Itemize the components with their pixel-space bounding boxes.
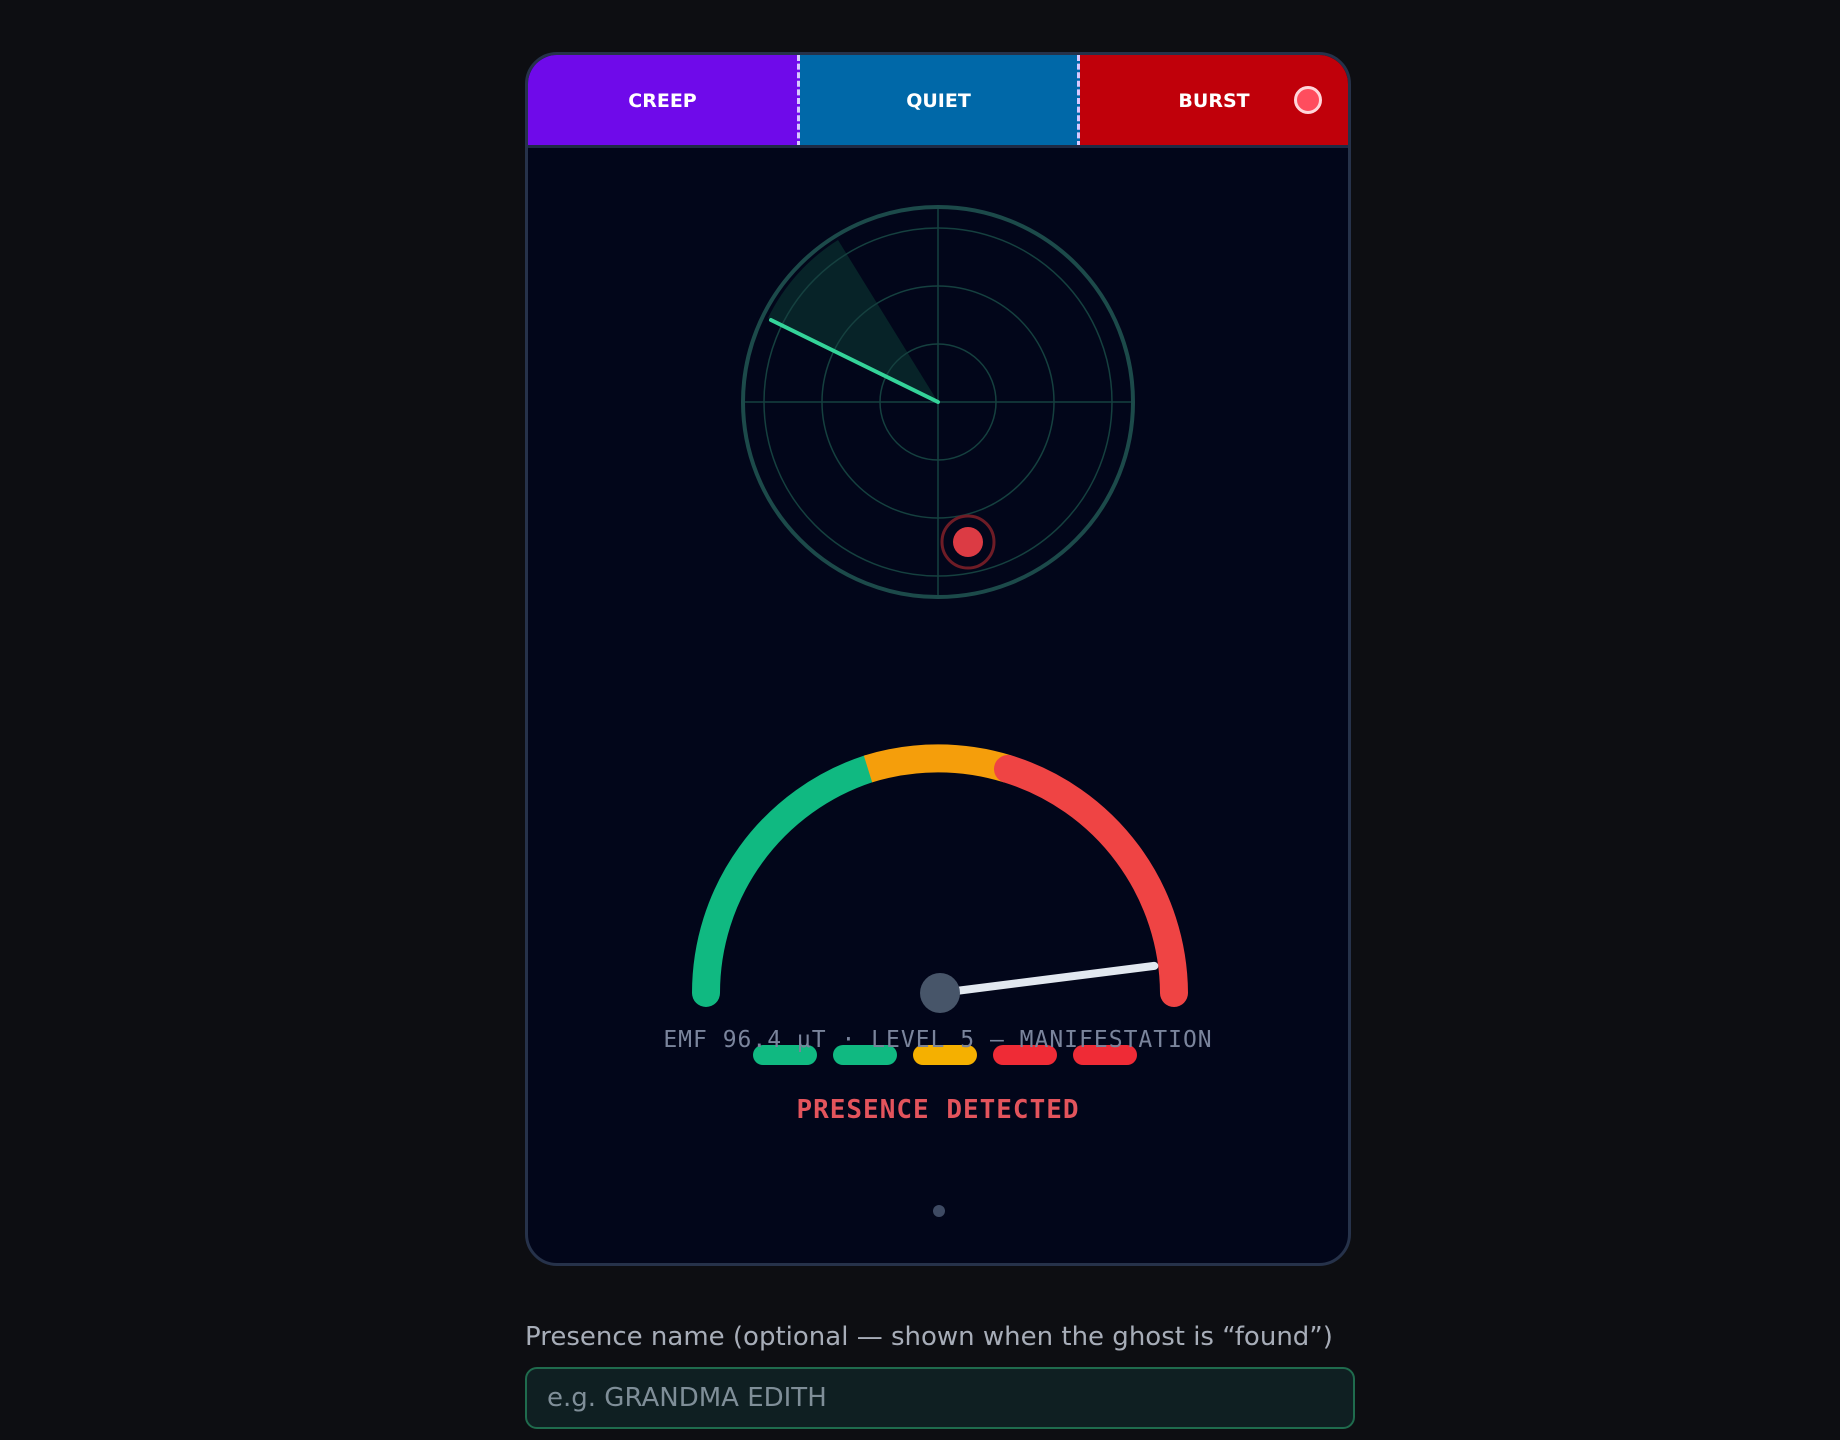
- mode-creep-tab[interactable]: CREEP: [528, 55, 800, 147]
- gauge-arc-green: [692, 755, 882, 1007]
- page-indicator-dot[interactable]: [933, 1205, 945, 1217]
- radar-scope: [741, 205, 1135, 599]
- gauge-arc-red: [994, 755, 1188, 1007]
- header-divider: [528, 145, 1348, 148]
- mode-quiet-tab[interactable]: QUIET: [800, 55, 1080, 147]
- emf-gauge: [692, 744, 1188, 1065]
- gauge-needle: [936, 961, 1159, 997]
- presence-name-label: Presence name (optional — shown when the…: [525, 1322, 1333, 1352]
- emf-readout: EMF 96.4 μT · LEVEL 5 — MANIFESTATION: [663, 1027, 1213, 1053]
- record-icon[interactable]: [1294, 86, 1322, 114]
- gauge-needle-hub: [920, 973, 960, 1013]
- radar-blip: [953, 527, 983, 557]
- gauge-arc-amber: [863, 744, 1013, 783]
- mode-selector: CREEP QUIET BURST: [528, 55, 1348, 147]
- detector-device: CREEP QUIET BURST EMF 96.4 μT · LEVEL 5 …: [525, 52, 1351, 1266]
- presence-name-input[interactable]: [525, 1367, 1355, 1429]
- presence-status: PRESENCE DETECTED: [796, 1095, 1080, 1125]
- radar-sweep-wedge: [768, 240, 938, 402]
